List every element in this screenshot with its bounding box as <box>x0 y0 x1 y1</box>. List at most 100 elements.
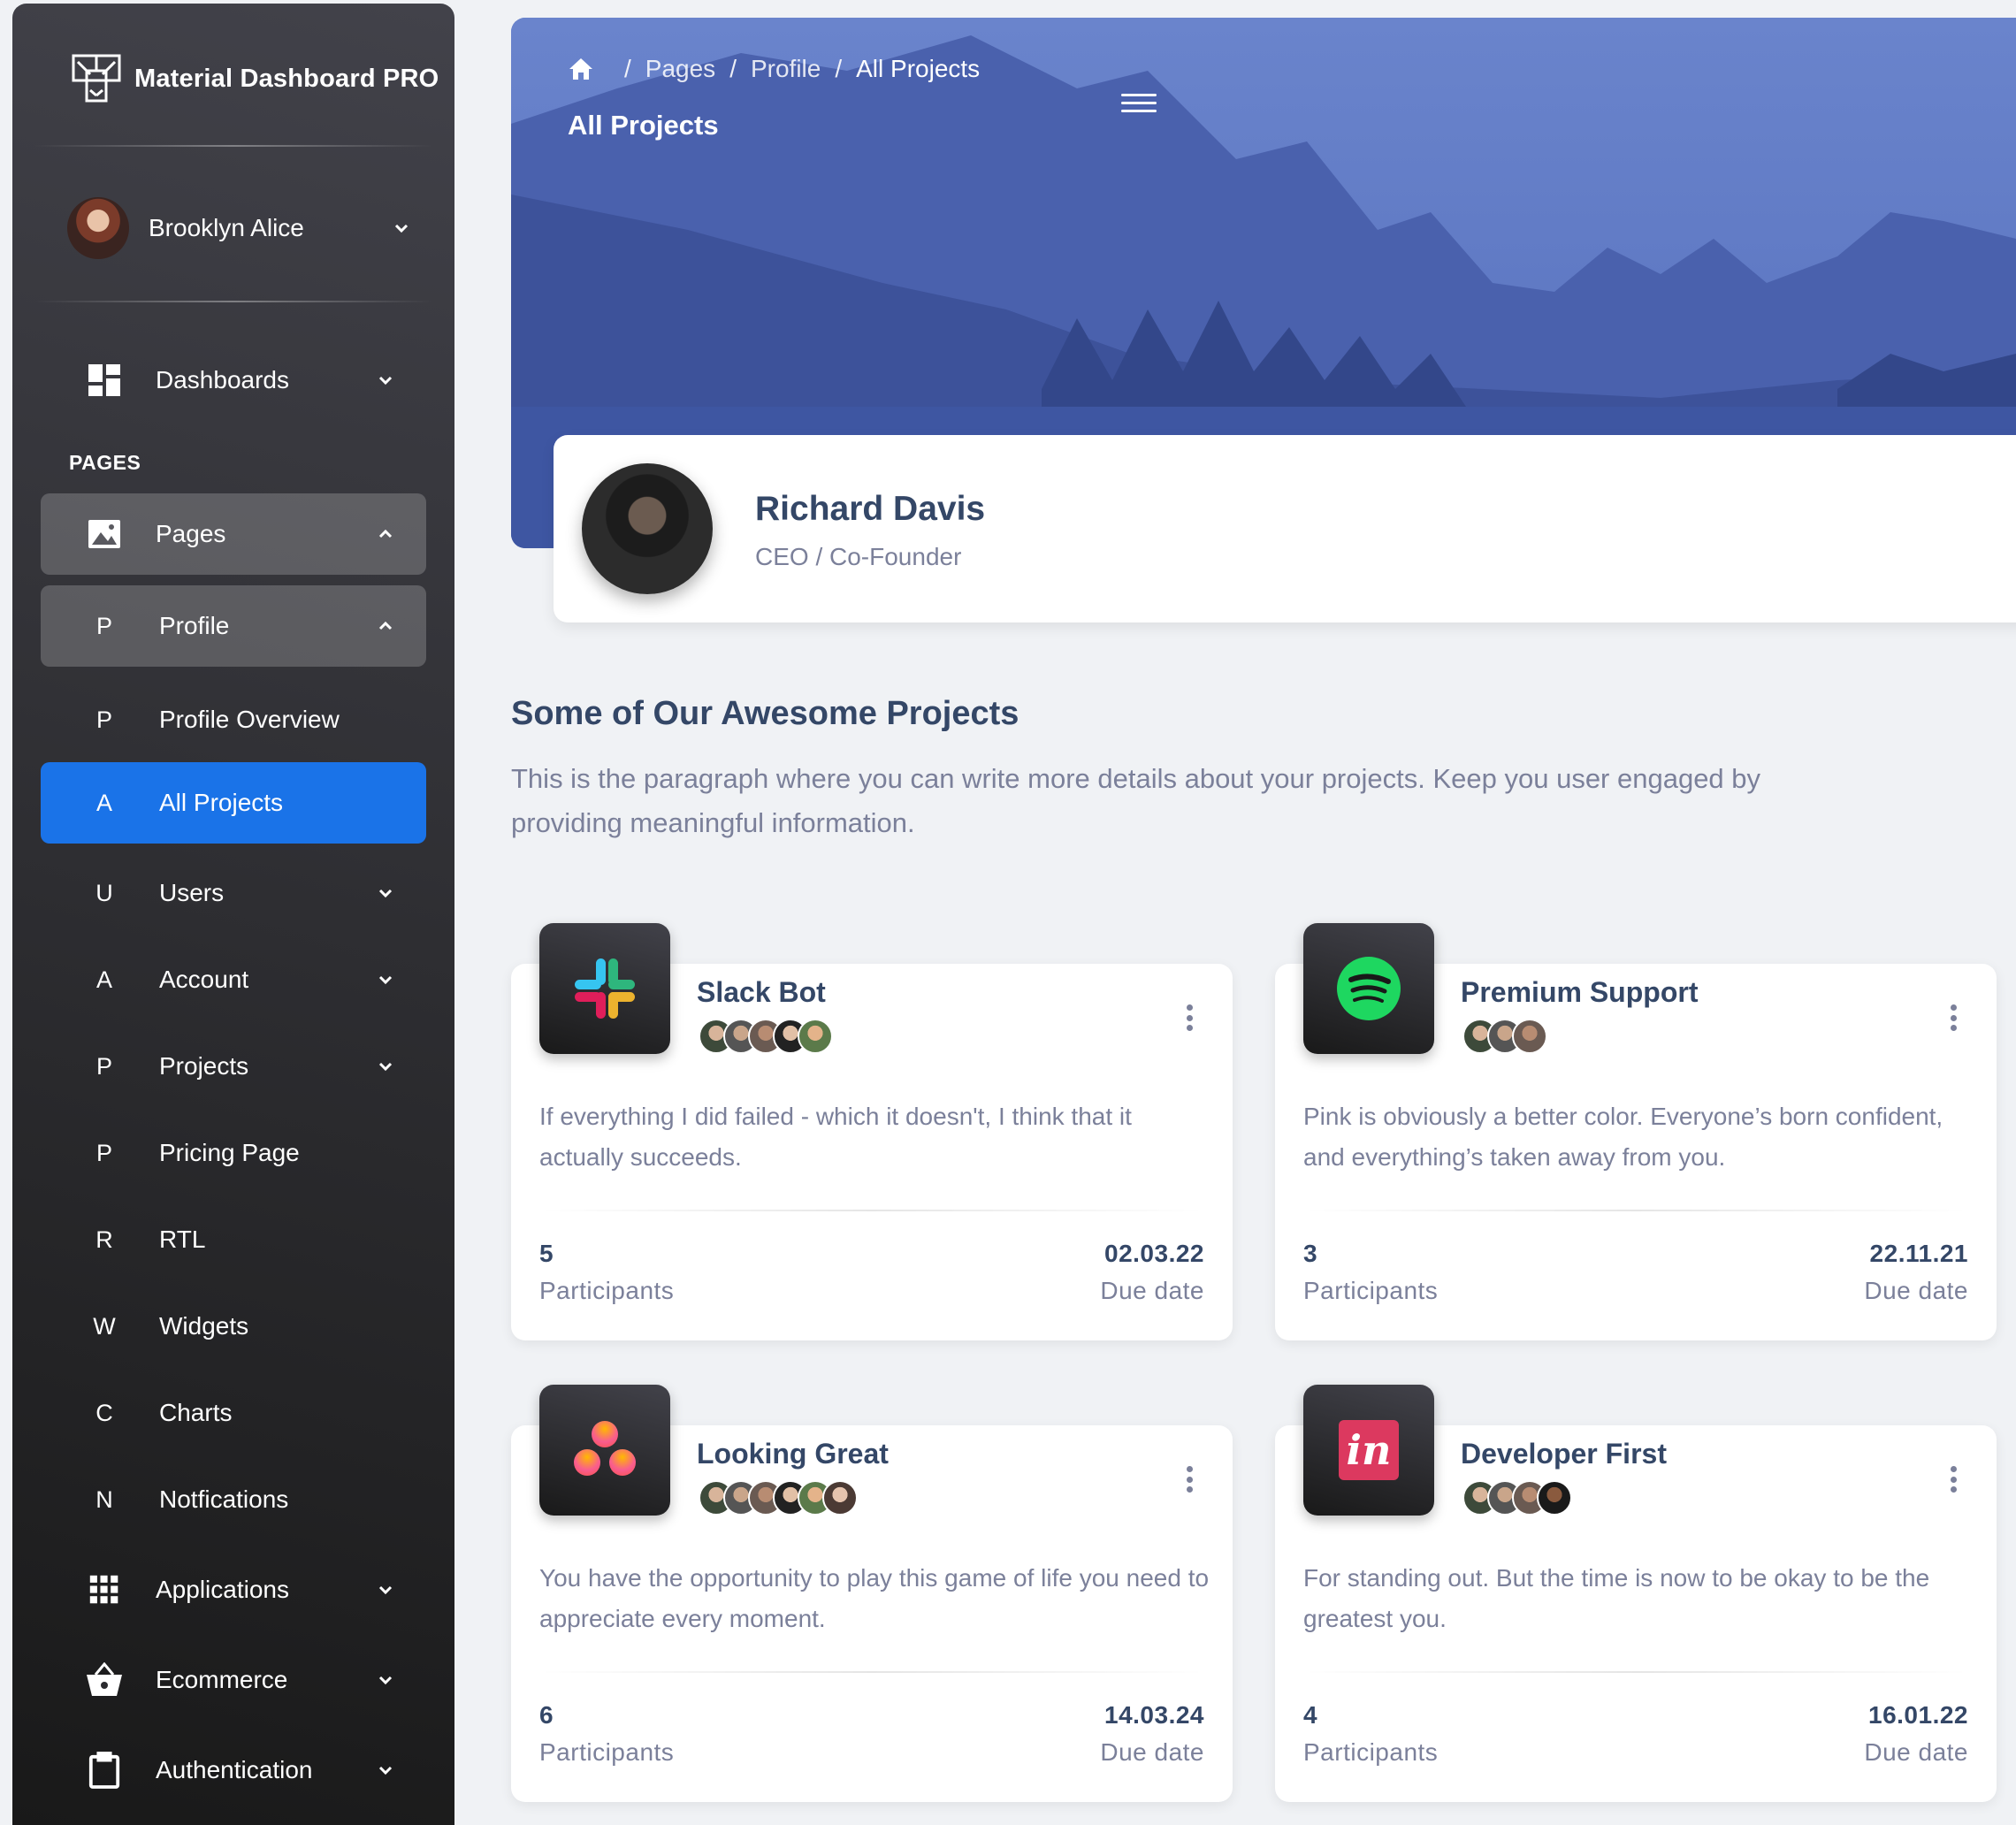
sidebar-item-label: Account <box>159 966 249 993</box>
due-date-value: 16.01.22 <box>1868 1701 1968 1729</box>
user-name: Brooklyn Alice <box>149 214 304 241</box>
home-icon[interactable] <box>568 56 594 82</box>
participants-label: Participants <box>1303 1738 1439 1766</box>
sidebar-item-letter: W <box>93 1312 116 1340</box>
participants-count: 6 <box>539 1701 554 1729</box>
participants-count: 3 <box>1303 1240 1318 1267</box>
spotify-logo-icon <box>1303 923 1434 1054</box>
sidebar-item-letter: U <box>95 879 113 906</box>
breadcrumb-separator: / <box>835 55 843 82</box>
dashboard-icon <box>85 361 124 400</box>
due-date-value: 22.11.21 <box>1869 1240 1968 1267</box>
avatar <box>582 463 713 594</box>
breadcrumb-item-pages[interactable]: Pages <box>645 55 715 83</box>
card-divider <box>1303 1671 1968 1673</box>
sidebar-item-account[interactable]: A Account <box>41 939 426 1020</box>
project-description: For standing out. But the time is now to… <box>1303 1564 1930 1632</box>
sidebar-item-profile-overview[interactable]: P Profile Overview <box>41 679 426 760</box>
sidebar-item-users[interactable]: U Users <box>41 852 426 934</box>
section-description: This is the paragraph where you can writ… <box>511 763 1761 838</box>
project-card: Slack Bot If everything I did failed - w… <box>511 923 1233 1340</box>
image-icon <box>85 515 124 554</box>
sidebar-item-label: Pages <box>156 520 226 547</box>
sidebar: Material Dashboard PRO Brooklyn Alice Da… <box>12 4 454 1825</box>
invision-logo-icon: in <box>1303 1385 1434 1516</box>
project-card: Premium Support Pink is obviously a bett… <box>1275 923 1997 1340</box>
project-description: You have the opportunity to play this ga… <box>539 1564 1210 1632</box>
basket-icon <box>85 1661 124 1699</box>
due-date-label: Due date <box>1864 1277 1968 1304</box>
sidebar-item-letter: P <box>95 1139 112 1166</box>
sidebar-item-projects[interactable]: P Projects <box>41 1026 426 1107</box>
sidebar-item-label: Authentication <box>156 1756 313 1783</box>
sidebar-item-letter: N <box>95 1485 113 1513</box>
sidebar-item-ecommerce[interactable]: Ecommerce <box>41 1639 426 1721</box>
due-date-label: Due date <box>1100 1277 1204 1304</box>
sidebar-item-profile[interactable]: P Profile <box>41 585 426 667</box>
brand[interactable]: Material Dashboard PRO <box>71 48 439 110</box>
sidebar-item-all-projects[interactable]: A All Projects <box>41 762 426 844</box>
sidebar-item-label: Profile Overview <box>159 706 340 733</box>
sidebar-item-label: Profile <box>159 612 230 639</box>
project-title[interactable]: Developer First <box>1461 1438 1667 1470</box>
project-title[interactable]: Slack Bot <box>697 976 826 1009</box>
project-title[interactable]: Premium Support <box>1461 976 1698 1009</box>
page-title: All Projects <box>568 110 719 141</box>
chevron-down-icon <box>375 882 396 904</box>
breadcrumb-item-current: All Projects <box>856 55 981 82</box>
more-vert-icon[interactable] <box>1187 1004 1194 1031</box>
sidebar-item-widgets[interactable]: W Widgets <box>41 1286 426 1367</box>
chevron-up-icon <box>375 615 396 637</box>
sidebar-item-rtl[interactable]: R RTL <box>41 1199 426 1280</box>
due-date-label: Due date <box>1100 1738 1204 1766</box>
invision-logo-text: in <box>1347 1426 1392 1474</box>
sidebar-item-letter: R <box>95 1226 113 1253</box>
participants-count: 4 <box>1303 1701 1318 1729</box>
avatar[interactable] <box>822 1480 858 1516</box>
menu-icon[interactable] <box>1121 88 1157 118</box>
chevron-down-icon <box>375 1056 396 1077</box>
brand-name: Material Dashboard PRO <box>134 64 439 93</box>
more-vert-icon[interactable] <box>1187 1466 1194 1493</box>
more-vert-icon[interactable] <box>1951 1004 1958 1031</box>
participants-stat: 3 Participants <box>1303 1240 1438 1305</box>
sidebar-item-pages[interactable]: Pages <box>41 493 426 575</box>
avatar[interactable] <box>1537 1480 1572 1516</box>
chevron-down-icon <box>375 1760 396 1781</box>
user-menu[interactable]: Brooklyn Alice <box>67 193 412 263</box>
sidebar-item-applications[interactable]: Applications <box>41 1549 426 1630</box>
participants-stat: 6 Participants <box>539 1701 674 1767</box>
sidebar-item-label: Applications <box>156 1576 289 1603</box>
more-vert-icon[interactable] <box>1951 1466 1958 1493</box>
breadcrumb-item-profile[interactable]: Profile <box>751 55 821 83</box>
sidebar-item-label: All Projects <box>159 789 284 816</box>
participants-count: 5 <box>539 1240 554 1267</box>
apps-icon <box>85 1570 124 1609</box>
avatar[interactable] <box>1512 1019 1547 1054</box>
breadcrumb-separator: / <box>624 55 631 82</box>
project-description: Pink is obviously a better color. Everyo… <box>1303 1103 1943 1171</box>
slack-logo-icon <box>539 923 670 1054</box>
card-divider <box>539 1671 1204 1673</box>
chevron-down-icon <box>391 218 412 239</box>
sidebar-item-charts[interactable]: C Charts <box>41 1372 426 1454</box>
sidebar-item-letter: P <box>95 1052 112 1080</box>
member-avatars <box>1462 1019 1547 1054</box>
participants-stat: 5 Participants <box>539 1240 674 1305</box>
sidebar-item-pricing-page[interactable]: P Pricing Page <box>41 1112 426 1194</box>
sidebar-item-authentication[interactable]: Authentication <box>41 1730 426 1811</box>
sidebar-item-label: Ecommerce <box>156 1666 288 1693</box>
project-title[interactable]: Looking Great <box>697 1438 889 1470</box>
project-card: in Developer First For standing out. But… <box>1275 1385 1997 1802</box>
asana-logo-icon <box>539 1385 670 1516</box>
avatar <box>67 197 129 259</box>
sidebar-item-letter: P <box>95 706 112 733</box>
card-divider <box>1303 1210 1968 1211</box>
participants-label: Participants <box>1303 1277 1439 1304</box>
sidebar-item-notifications[interactable]: N Notfications <box>41 1459 426 1540</box>
due-date-stat: 22.11.21 Due date <box>1864 1240 1968 1305</box>
sidebar-item-label: Dashboards <box>156 366 289 393</box>
sidebar-item-dashboards[interactable]: Dashboards <box>41 340 426 421</box>
sidebar-item-letter: A <box>95 966 112 993</box>
avatar[interactable] <box>798 1019 833 1054</box>
